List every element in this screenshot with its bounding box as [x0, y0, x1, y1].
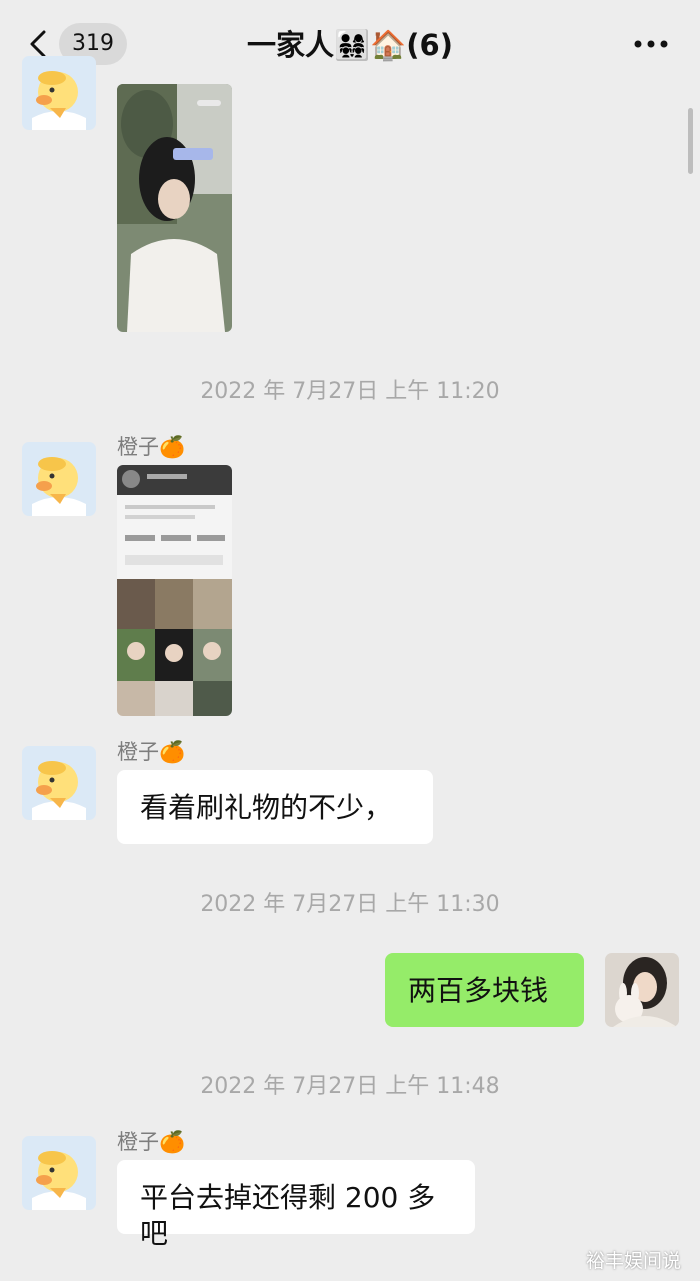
- duck-avatar[interactable]: [22, 56, 96, 130]
- chat-header: 319 一家人👨‍👩‍👧‍👧🏠(6): [0, 0, 700, 88]
- timestamp: 2022 年 7月27日 上午 11:30: [200, 892, 500, 917]
- sender-name: 橙子🍊: [117, 1130, 186, 1154]
- sender-name: 橙子🍊: [117, 435, 186, 459]
- duck-avatar[interactable]: [22, 746, 96, 820]
- duck-avatar[interactable]: [22, 1136, 96, 1210]
- more-dots-icon[interactable]: [634, 40, 668, 48]
- profile-screenshot-image[interactable]: [117, 465, 232, 716]
- user-photo-avatar[interactable]: [605, 953, 679, 1027]
- timestamp: 2022 年 7月27日 上午 11:48: [200, 1074, 500, 1099]
- own-message-bubble[interactable]: 两百多块钱: [385, 953, 584, 1027]
- message-bubble[interactable]: 看着刷礼物的不少，: [117, 770, 433, 844]
- sender-name: 橙子🍊: [117, 740, 186, 764]
- watermark: 裕丰娱间说: [586, 1250, 682, 1272]
- duck-avatar[interactable]: [22, 442, 96, 516]
- scrollbar[interactable]: [688, 108, 693, 174]
- timestamp: 2022 年 7月27日 上午 11:20: [200, 379, 500, 404]
- message-bubble[interactable]: 平台去掉还得剩 200 多吧: [117, 1160, 475, 1250]
- video-thumbnail[interactable]: [117, 84, 232, 332]
- chat-title: 一家人👨‍👩‍👧‍👧🏠(6): [247, 28, 453, 62]
